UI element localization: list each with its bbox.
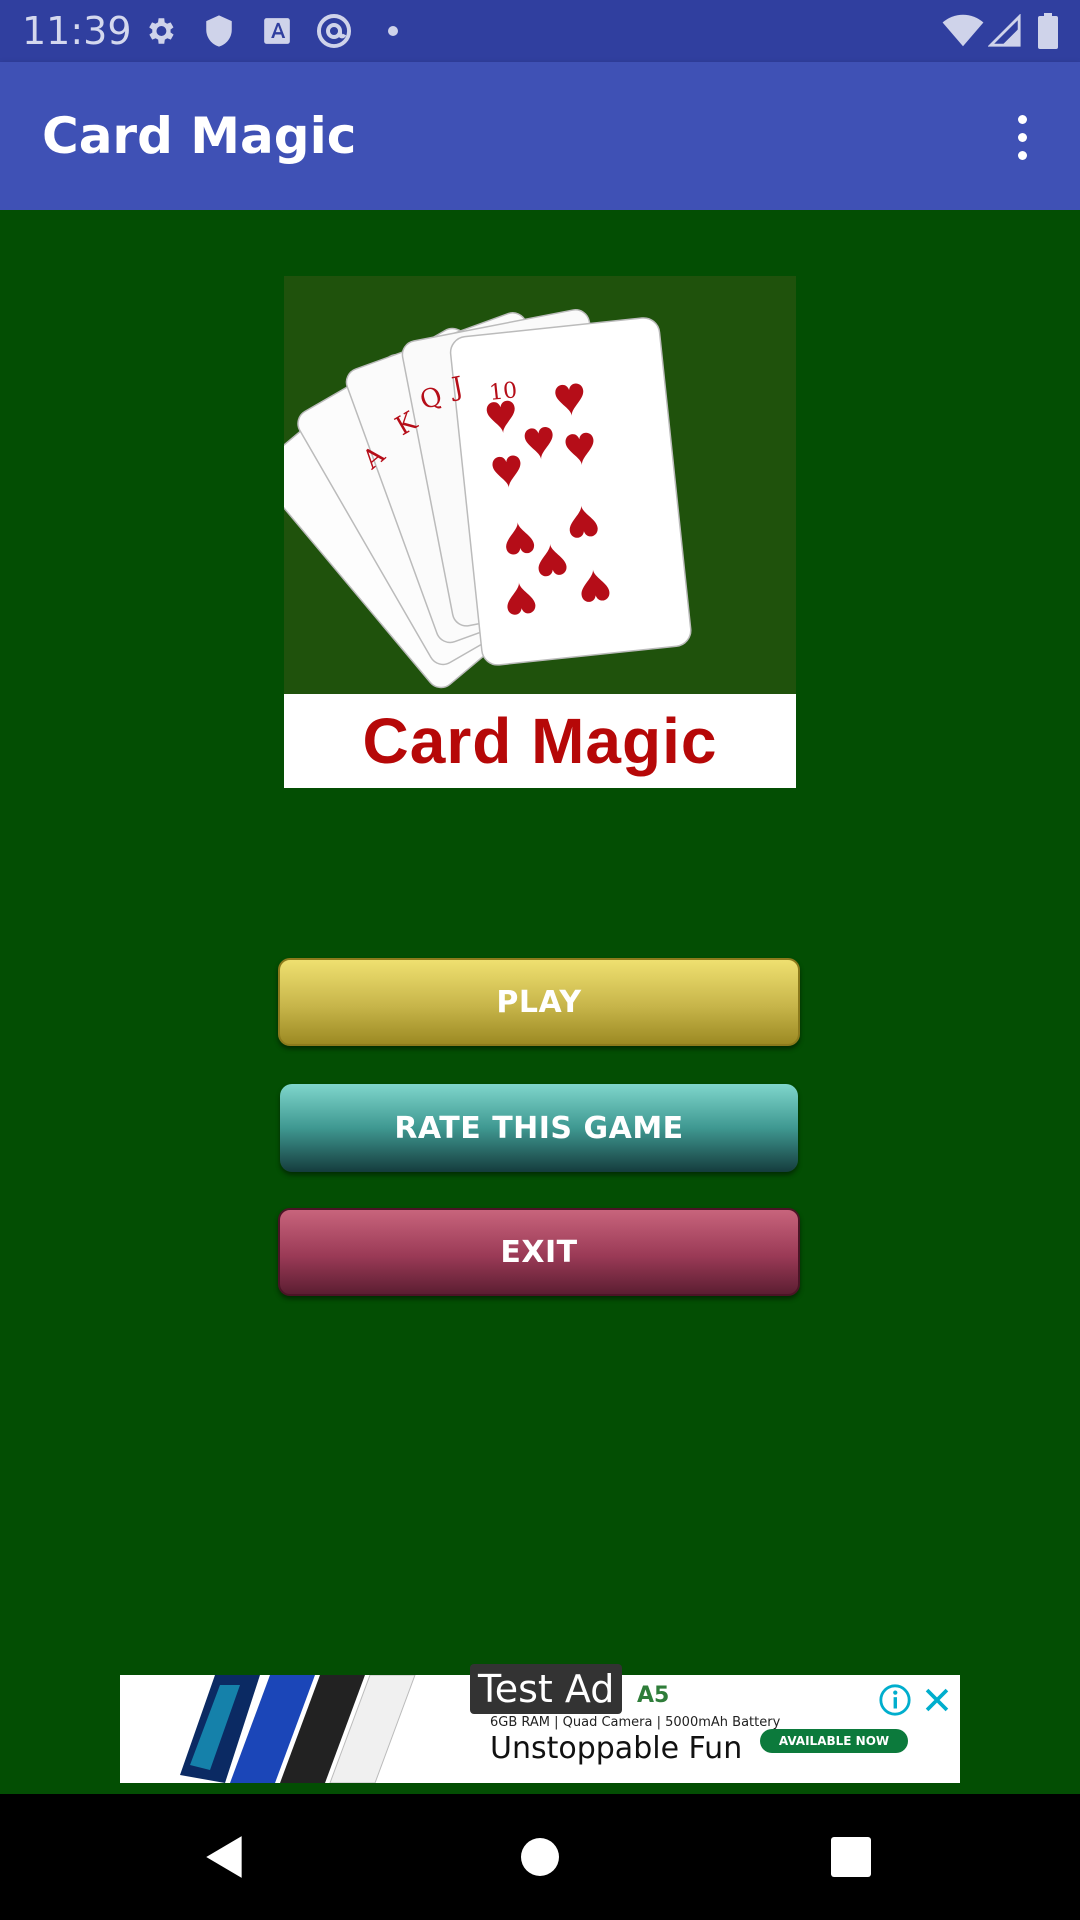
dot-icon	[386, 0, 400, 62]
signal-icon	[986, 0, 1024, 62]
app-bar: Card Magic	[0, 62, 1080, 210]
rate-this-game-button[interactable]: RATE THIS GAME	[280, 1084, 798, 1172]
shield-icon	[202, 0, 236, 62]
ad-specs: 6GB RAM | Quad Camera | 5000mAh Battery	[490, 1715, 781, 1730]
ad-info-icon[interactable]	[878, 1683, 912, 1717]
main-content: A K Q J 10 Card Magic PLAY RATE THIS GAM…	[0, 210, 1080, 1794]
status-bar: 11:39	[0, 0, 1080, 62]
playing-cards-fan-image: A K Q J 10	[284, 309, 692, 689]
recents-icon[interactable]	[816, 1824, 886, 1890]
test-ad-label: Test Ad	[470, 1664, 623, 1714]
wifi-icon	[940, 0, 986, 62]
card-magic-logo: A K Q J 10 Card Magic	[284, 276, 796, 788]
play-button[interactable]: PLAY	[278, 958, 800, 1046]
battery-icon	[1036, 0, 1060, 62]
app-title: Card Magic	[42, 107, 357, 165]
logo-banner: Card Magic	[284, 694, 796, 788]
status-time: 11:39	[22, 9, 132, 53]
ad-close-icon[interactable]	[920, 1683, 954, 1717]
exit-button[interactable]: EXIT	[278, 1208, 800, 1296]
ad-brand: A5	[637, 1683, 670, 1708]
navigation-bar	[0, 1794, 1080, 1920]
ad-headline: Unstoppable Fun	[490, 1731, 743, 1766]
font-a-icon	[260, 0, 294, 62]
at-sign-icon	[314, 0, 354, 62]
phones-image	[180, 1675, 416, 1783]
gear-icon	[142, 0, 178, 62]
card-rank-10: 10	[488, 378, 518, 406]
logo-caption: Card Magic	[362, 705, 718, 777]
home-icon[interactable]	[505, 1824, 575, 1890]
ad-cta-button[interactable]: AVAILABLE NOW	[760, 1729, 908, 1753]
more-vert-icon[interactable]	[1000, 102, 1044, 172]
back-icon[interactable]	[190, 1824, 260, 1890]
